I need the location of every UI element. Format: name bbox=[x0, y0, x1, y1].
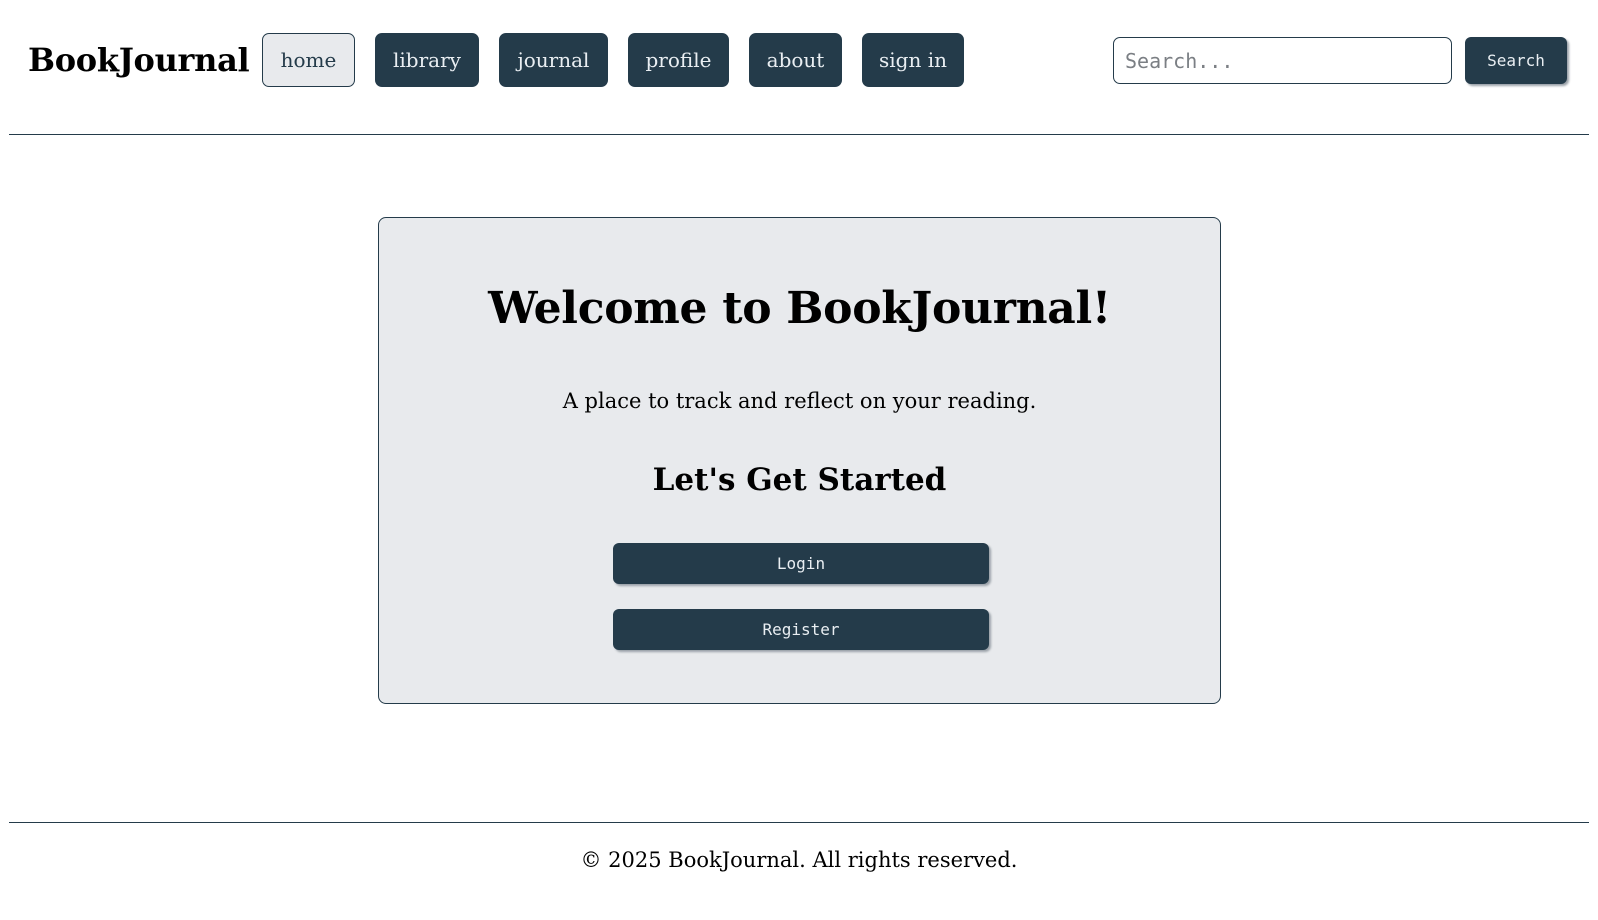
nav-profile-button[interactable]: profile bbox=[628, 33, 729, 87]
nav-about-button[interactable]: about bbox=[749, 33, 842, 87]
search-button[interactable]: Search bbox=[1465, 37, 1567, 84]
register-button[interactable]: Register bbox=[613, 609, 989, 650]
nav-sign-in-button[interactable]: sign in bbox=[862, 33, 964, 87]
get-started-heading: Let's Get Started bbox=[652, 462, 947, 498]
welcome-title: Welcome to BookJournal! bbox=[488, 283, 1111, 334]
footer-divider bbox=[9, 822, 1589, 823]
search-input[interactable] bbox=[1113, 37, 1452, 84]
welcome-card: Welcome to BookJournal! A place to track… bbox=[378, 217, 1221, 704]
footer-copyright: © 2025 BookJournal. All rights reserved. bbox=[580, 848, 1018, 872]
logo[interactable]: BookJournal bbox=[28, 38, 250, 82]
welcome-subtitle: A place to track and reflect on your rea… bbox=[562, 389, 1037, 413]
login-button[interactable]: Login bbox=[613, 543, 989, 584]
nav-journal-button[interactable]: journal bbox=[499, 33, 608, 87]
nav-home-button[interactable]: home bbox=[262, 33, 355, 87]
nav-library-button[interactable]: library bbox=[375, 33, 479, 87]
header: BookJournal home library journal profile… bbox=[0, 0, 1598, 135]
header-divider bbox=[9, 134, 1589, 135]
